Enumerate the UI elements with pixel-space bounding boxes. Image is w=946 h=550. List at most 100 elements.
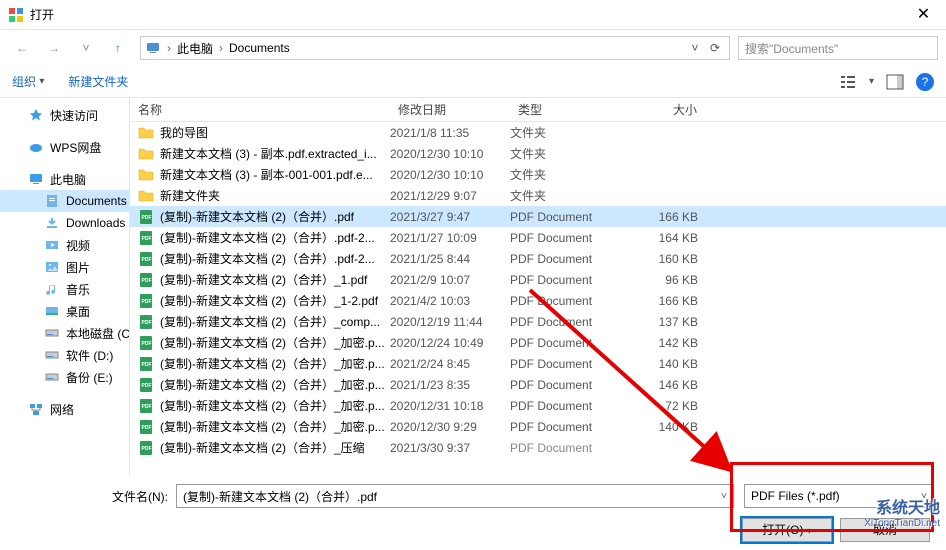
- file-size: 137 KB: [630, 315, 710, 329]
- nav-item-label: WPS网盘: [50, 139, 101, 156]
- forward-button[interactable]: →: [40, 34, 68, 62]
- navigation-pane: 快速访问 WPS网盘此电脑DocumentsDownloads 视频图片音乐桌面本地…: [0, 98, 130, 476]
- file-row[interactable]: PDF(复制)-新建文本文档 (2)（合并）_压缩2021/3/30 9:37P…: [130, 437, 946, 458]
- close-button[interactable]: ✕: [901, 0, 946, 30]
- file-size: 96 KB: [630, 273, 710, 287]
- file-row[interactable]: 我的导图2021/1/8 11:35文件夹: [130, 122, 946, 143]
- nav-item-label: 图片: [66, 259, 90, 276]
- file-name: (复制)-新建文本文档 (2)（合并）.pdf: [160, 208, 390, 225]
- file-row[interactable]: PDF (复制)-新建文本文档 (2)（合并）_1.pdf2021/2/9 10:…: [130, 269, 946, 290]
- crumb-sep: ›: [217, 41, 225, 55]
- file-type: PDF Document: [510, 336, 630, 350]
- nav-item[interactable]: 软件 (D:): [0, 344, 129, 366]
- up-button[interactable]: ↑: [104, 34, 132, 62]
- file-size: 72 KB: [630, 399, 710, 413]
- file-type: 文件夹: [510, 187, 630, 204]
- filename-label: 文件名(N):: [112, 488, 168, 505]
- address-dropdown[interactable]: ˅: [685, 41, 705, 55]
- view-options-icon[interactable]: [839, 73, 857, 91]
- file-row[interactable]: 新建文件夹2021/12/29 9:07文件夹: [130, 185, 946, 206]
- nav-item[interactable]: Documents: [0, 190, 129, 212]
- search-input[interactable]: 搜索"Documents": [738, 36, 938, 60]
- crumb-documents[interactable]: Documents: [225, 41, 294, 55]
- toolbar: 组织 ▾ 新建文件夹 ▾ ?: [0, 66, 946, 98]
- pc-icon: [145, 40, 161, 56]
- col-date[interactable]: 修改日期: [390, 101, 510, 118]
- file-size: 166 KB: [630, 210, 710, 224]
- nav-item-label: 备份 (E:): [66, 369, 113, 386]
- refresh-button[interactable]: ⟳: [705, 41, 725, 55]
- file-name: (复制)-新建文本文档 (2)（合并）_1.pdf: [160, 271, 390, 288]
- preview-pane-icon[interactable]: [886, 73, 904, 91]
- new-folder-button[interactable]: 新建文件夹: [68, 73, 128, 90]
- file-type: PDF Document: [510, 231, 630, 245]
- file-row[interactable]: PDF(复制)-新建文本文档 (2)（合并）_加密.p...2020/12/24…: [130, 332, 946, 353]
- file-name: (复制)-新建文本文档 (2)（合并）_comp...: [160, 313, 390, 330]
- file-row[interactable]: PDF(复制)-新建文本文档 (2)（合并）_加密.p...2020/12/30…: [130, 416, 946, 437]
- file-date: 2021/1/27 10:09: [390, 231, 510, 245]
- svg-text:PDF: PDF: [142, 425, 152, 431]
- open-button[interactable]: 打开(O) ▾: [742, 518, 832, 542]
- view-dropdown-icon[interactable]: ▾: [869, 76, 874, 87]
- file-type: PDF Document: [510, 378, 630, 392]
- nav-item[interactable]: 快速访问: [0, 104, 129, 126]
- file-name: (复制)-新建文本文档 (2)（合并）_压缩: [160, 439, 390, 456]
- file-name: 我的导图: [160, 124, 390, 141]
- file-row[interactable]: PDF(复制)-新建文本文档 (2)（合并）.pdf-2...2021/1/27…: [130, 227, 946, 248]
- file-row[interactable]: 新建文本文档 (3) - 副本-001-001.pdf.e...2020/12/…: [130, 164, 946, 185]
- nav-item[interactable]: 视频: [0, 234, 129, 256]
- col-name[interactable]: 名称: [130, 101, 390, 118]
- svg-text:PDF: PDF: [142, 404, 152, 410]
- main-area: 快速访问 WPS网盘此电脑DocumentsDownloads 视频图片音乐桌面本地…: [0, 98, 946, 476]
- nav-item[interactable]: 网络: [0, 398, 129, 420]
- file-row[interactable]: PDF(复制)-新建文本文档 (2)（合并）_加密.p...2021/2/24 …: [130, 353, 946, 374]
- file-type: PDF Document: [510, 399, 630, 413]
- help-icon[interactable]: ?: [916, 73, 934, 91]
- nav-item-label: 网络: [50, 401, 74, 418]
- file-row[interactable]: PDF(复制)-新建文本文档 (2)（合并）_加密.p...2020/12/31…: [130, 395, 946, 416]
- file-name: (复制)-新建文本文档 (2)（合并）_1-2.pdf: [160, 292, 390, 309]
- file-name: (复制)-新建文本文档 (2)（合并）_加密.p...: [160, 376, 390, 393]
- cancel-button[interactable]: 取消: [840, 518, 930, 542]
- file-row[interactable]: PDF(复制)-新建文本文档 (2)（合并）_comp...2020/12/19…: [130, 311, 946, 332]
- file-date: 2021/2/9 10:07: [390, 273, 510, 287]
- nav-item[interactable]: Downloads: [0, 212, 129, 234]
- footer: 文件名(N): (复制)-新建文本文档 (2)（合并）.pdf ˅ PDF Fi…: [0, 476, 946, 550]
- file-name: 新建文件夹: [160, 187, 390, 204]
- back-button[interactable]: ←: [8, 34, 36, 62]
- nav-item[interactable]: 音乐: [0, 278, 129, 300]
- recent-dropdown[interactable]: ˅: [72, 34, 100, 62]
- file-date: 2020/12/31 10:18: [390, 399, 510, 413]
- crumb-thispc[interactable]: 此电脑: [173, 40, 217, 57]
- file-date: 2021/3/30 9:37: [390, 441, 510, 455]
- nav-item[interactable]: 桌面: [0, 300, 129, 322]
- filename-input[interactable]: (复制)-新建文本文档 (2)（合并）.pdf ˅: [176, 484, 734, 508]
- file-row[interactable]: PDF(复制)-新建文本文档 (2)（合并）_加密.p...2021/1/23 …: [130, 374, 946, 395]
- file-size: 142 KB: [630, 336, 710, 350]
- file-row[interactable]: PDF(复制)-新建文本文档 (2)（合并）_1-2.pdf2021/4/2 1…: [130, 290, 946, 311]
- file-size: 140 KB: [630, 420, 710, 434]
- svg-text:PDF: PDF: [142, 278, 152, 284]
- filetype-select[interactable]: PDF Files (*.pdf) ˅: [744, 484, 934, 508]
- file-type: 文件夹: [510, 145, 630, 162]
- nav-item[interactable]: 图片: [0, 256, 129, 278]
- file-row[interactable]: PDF(复制)-新建文本文档 (2)（合并）.pdf2021/3/27 9:47…: [130, 206, 946, 227]
- file-type: PDF Document: [510, 420, 630, 434]
- nav-item[interactable]: 此电脑: [0, 168, 129, 190]
- col-type[interactable]: 类型: [510, 101, 630, 118]
- address-bar[interactable]: › 此电脑 › Documents ˅ ⟳: [140, 36, 730, 60]
- file-date: 2020/12/30 10:10: [390, 168, 510, 182]
- nav-item[interactable]: WPS网盘: [0, 136, 129, 158]
- organize-menu[interactable]: 组织 ▾: [12, 73, 44, 90]
- file-row[interactable]: PDF(复制)-新建文本文档 (2)（合并）.pdf-2...2021/1/25…: [130, 248, 946, 269]
- nav-item[interactable]: 本地磁盘 (C: [0, 322, 129, 344]
- filetype-dropdown-icon[interactable]: ˅: [921, 491, 927, 502]
- file-type: PDF Document: [510, 252, 630, 266]
- file-row[interactable]: 新建文本文档 (3) - 副本.pdf.extracted_i...2020/1…: [130, 143, 946, 164]
- nav-item-label: 视频: [66, 237, 90, 254]
- col-size[interactable]: 大小: [630, 101, 710, 118]
- filename-dropdown-icon[interactable]: ˅: [721, 491, 727, 502]
- file-pane: 名称 修改日期 类型 大小 我的导图2021/1/8 11:35文件夹新建文本文…: [130, 98, 946, 476]
- file-date: 2021/4/2 10:03: [390, 294, 510, 308]
- nav-item[interactable]: 备份 (E:): [0, 366, 129, 388]
